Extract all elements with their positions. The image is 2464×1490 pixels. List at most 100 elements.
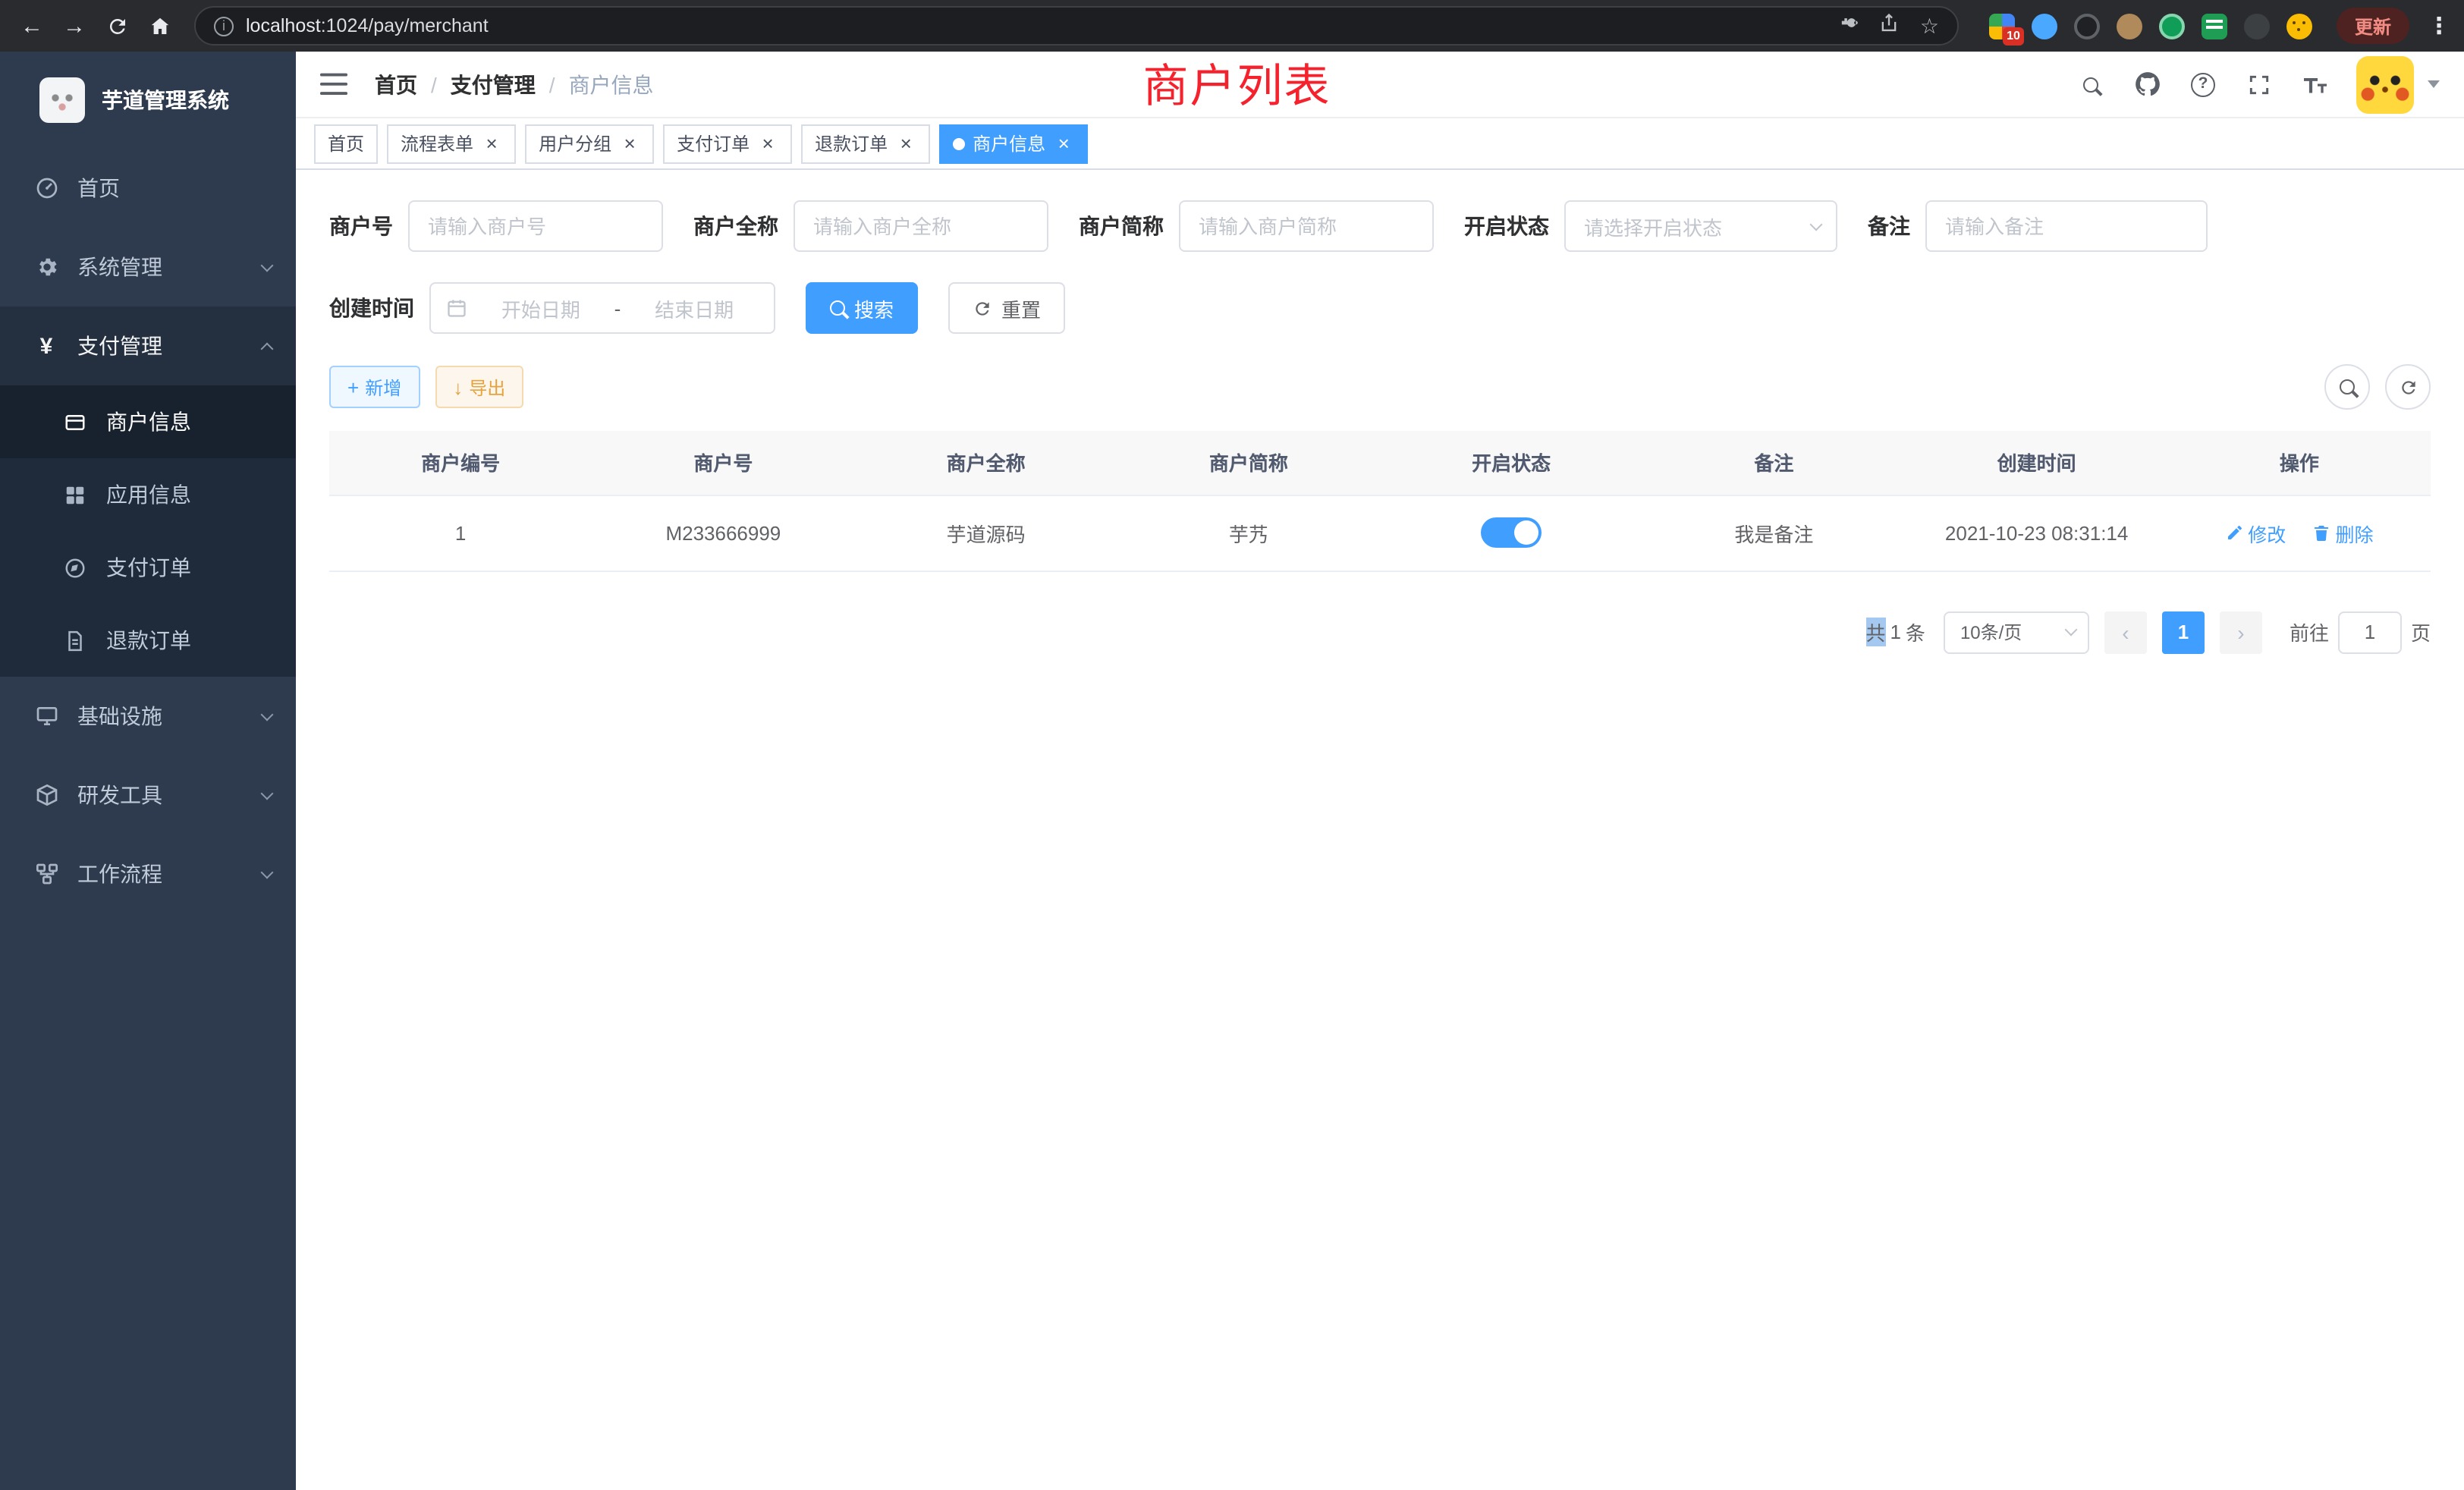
user-caret-down-icon[interactable] [2428, 80, 2440, 88]
fullscreen-icon[interactable] [2244, 69, 2274, 99]
reset-button[interactable]: 重置 [948, 282, 1065, 334]
page-1-button[interactable]: 1 [2162, 611, 2205, 653]
menu-fold-icon[interactable] [320, 73, 347, 96]
table-row: 1 M233666999 芋道源码 芋艿 我是备注 2021-10-23 08:… [329, 495, 2431, 571]
sidebar-menu: 首页 系统管理 ¥ 支付管理 商户信 [0, 149, 296, 1490]
url-text: localhost:1024/pay/merchant [246, 15, 1826, 36]
chevron-down-icon [261, 866, 274, 879]
toggle-search-button[interactable] [2324, 364, 2370, 410]
create-time-label: 创建时间 [329, 293, 414, 323]
breadcrumb-item[interactable]: 首页 [375, 69, 417, 99]
tab-home[interactable]: 首页 [314, 124, 378, 163]
tab-merchant-info[interactable]: 商户信息× [939, 124, 1088, 163]
tab-process-form[interactable]: 流程表单× [387, 124, 516, 163]
column-header: 商户全称 [855, 431, 1117, 495]
extension-document-icon[interactable] [2202, 13, 2227, 39]
extension-drop-icon[interactable] [2032, 13, 2057, 39]
screen: ← → i localhost:1024/pay/merchant ☆ 10 更… [0, 0, 2464, 1490]
share-icon[interactable] [1879, 11, 1900, 40]
browser-reload-icon[interactable] [97, 6, 137, 46]
extension-green-circle-icon[interactable] [2159, 13, 2185, 39]
extension-emoji-icon[interactable] [2286, 13, 2312, 39]
column-header: 商户号 [592, 431, 854, 495]
goto-suffix: 页 [2411, 618, 2431, 646]
extension-puzzle-icon[interactable]: 10 [1989, 13, 2015, 39]
sidebar-item-label: 系统管理 [77, 252, 244, 282]
close-icon[interactable]: × [481, 133, 502, 154]
tab-label: 退款订单 [815, 130, 888, 156]
user-avatar[interactable] [2356, 55, 2414, 113]
pay-order-icon [62, 555, 88, 580]
status-select[interactable]: 请选择开启状态 [1564, 200, 1837, 252]
prev-page-button[interactable]: ‹ [2104, 611, 2147, 653]
merchant-id-label: 商户号 [329, 211, 393, 241]
breadcrumb-item[interactable]: 支付管理 [451, 69, 536, 99]
sidebar-item-dev-tools[interactable]: 研发工具 [0, 756, 296, 835]
close-icon[interactable]: × [1053, 133, 1074, 154]
dashboard-icon [33, 175, 59, 201]
main-area: 首页 / 支付管理 / 商户信息 ? 首页 流程表单 [296, 52, 2464, 1490]
browser-forward-icon[interactable]: → [55, 6, 94, 46]
merchant-id-input[interactable] [408, 200, 663, 252]
extension-ring-icon[interactable] [2074, 13, 2100, 39]
chevron-down-icon [1810, 218, 1823, 231]
tab-user-group[interactable]: 用户分组× [525, 124, 654, 163]
sidebar-item-home[interactable]: 首页 [0, 149, 296, 228]
chevron-down-icon [261, 708, 274, 721]
browser-update-button[interactable]: 更新 [2337, 8, 2409, 44]
font-size-icon[interactable] [2300, 69, 2330, 99]
column-header: 备注 [1642, 431, 1905, 495]
sidebar-item-merchant-info[interactable]: 商户信息 [0, 385, 296, 458]
pagination: 共1条 10条/页 ‹ 1 › 前往 页 [329, 611, 2431, 653]
sidebar-item-system[interactable]: 系统管理 [0, 228, 296, 306]
sidebar-item-infrastructure[interactable]: 基础设施 [0, 677, 296, 756]
browser-back-icon[interactable]: ← [12, 6, 52, 46]
sidebar-item-pay-order[interactable]: 支付订单 [0, 531, 296, 604]
sidebar-item-payment[interactable]: ¥ 支付管理 [0, 306, 296, 385]
close-icon[interactable]: × [757, 133, 778, 154]
pagination-total: 共1条 [1865, 618, 1925, 646]
short-name-input[interactable] [1179, 200, 1434, 252]
table-toolbar: +新增 ↓导出 [329, 364, 2431, 410]
pencil-icon [2225, 523, 2243, 542]
github-icon[interactable] [2132, 69, 2162, 99]
close-icon[interactable]: × [619, 133, 640, 154]
search-button[interactable]: 搜索 [806, 282, 918, 334]
help-icon[interactable]: ? [2188, 69, 2218, 99]
edit-link[interactable]: 修改 [2225, 518, 2286, 547]
tab-label: 支付订单 [677, 130, 750, 156]
app-logo[interactable]: 芋道管理系统 [0, 52, 296, 149]
page-info-icon[interactable]: i [214, 16, 234, 36]
search-icon[interactable] [2076, 69, 2106, 99]
chevron-down-icon [261, 259, 274, 272]
address-bar[interactable]: i localhost:1024/pay/merchant ☆ [194, 6, 1959, 46]
create-time-range-picker[interactable]: 开始日期 - 结束日期 [429, 282, 775, 334]
password-key-icon[interactable] [1838, 11, 1859, 40]
goto-page-input[interactable] [2338, 611, 2402, 653]
refresh-table-button[interactable] [2385, 364, 2431, 410]
sidebar-item-app-info[interactable]: 应用信息 [0, 458, 296, 531]
page-size-select[interactable]: 10条/页 [1944, 611, 2089, 653]
browser-menu-icon[interactable]: ⋮ [2418, 6, 2452, 46]
delete-link[interactable]: 删除 [2313, 518, 2374, 547]
refresh-icon [973, 298, 992, 318]
status-toggle[interactable] [1481, 517, 1542, 548]
cell-remark: 我是备注 [1642, 495, 1905, 571]
close-icon[interactable]: × [895, 133, 916, 154]
bookmark-star-icon[interactable]: ☆ [1920, 15, 1939, 36]
sidebar-item-refund-order[interactable]: 退款订单 [0, 604, 296, 677]
add-button[interactable]: +新增 [329, 366, 420, 408]
extension-avatar-icon[interactable] [2117, 13, 2142, 39]
next-page-button[interactable]: › [2220, 611, 2262, 653]
remark-input[interactable] [1925, 200, 2208, 252]
full-name-input[interactable] [794, 200, 1048, 252]
pagination-jump: 前往 页 [2290, 611, 2431, 653]
chevron-down-icon [261, 787, 274, 800]
search-icon [2340, 379, 2355, 395]
extension-pinwheel-icon[interactable] [2244, 13, 2270, 39]
export-button[interactable]: ↓导出 [435, 366, 523, 408]
browser-home-icon[interactable] [140, 6, 179, 46]
sidebar-item-workflow[interactable]: 工作流程 [0, 835, 296, 913]
tab-pay-order[interactable]: 支付订单 × [663, 124, 792, 163]
tab-refund-order[interactable]: 退款订单 × [801, 124, 930, 163]
